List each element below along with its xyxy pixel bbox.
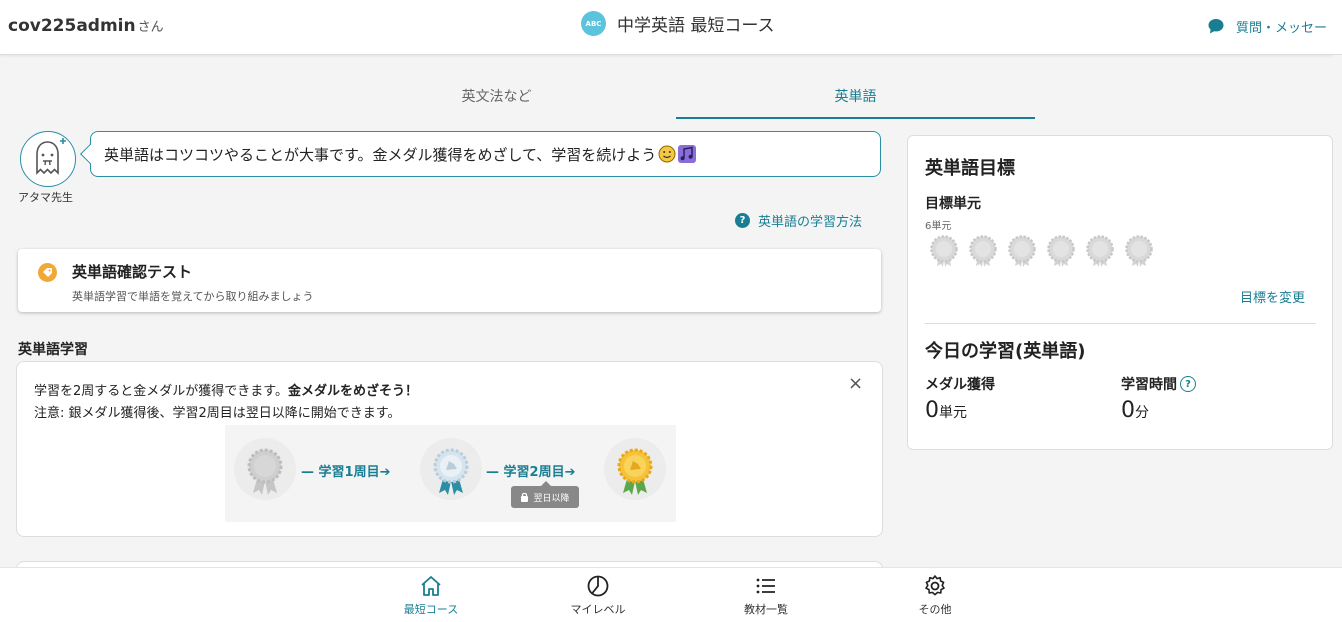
question-icon: ? (735, 213, 750, 228)
nav-shortest-course[interactable]: 最短コース (376, 574, 486, 617)
empty-medal-icon (930, 235, 958, 267)
test-card-subtitle: 英単語学習で単語を覚えてから取り組みましょう (72, 290, 314, 303)
help-icon[interactable]: ? (1180, 376, 1196, 392)
empty-medal-icon (1047, 235, 1075, 267)
speech-bubble: 英単語はコツコツやることが大事です。金メダル獲得をめざして、学習を続けよう (90, 131, 881, 177)
close-icon[interactable]: × (848, 375, 863, 393)
blank-medal-icon (234, 438, 296, 500)
tab-grammar[interactable]: 英文法など (317, 75, 676, 119)
medal-info-card: 学習を2周すると金メダルが獲得できます。金メダルをめざそう！ 注意: 銀メダル獲… (16, 361, 883, 537)
tab-vocabulary[interactable]: 英単語 (676, 75, 1035, 119)
goal-panel: 英単語目標 目標単元 6単元 目標を変更 今日の学習(英単語) メダル獲得 学習… (907, 135, 1333, 450)
course-badge-icon: ABC (581, 11, 606, 36)
sensei-avatar (20, 131, 76, 187)
study-section-title: 英単語学習 (18, 342, 88, 358)
chat-bubble-icon (1208, 19, 1224, 34)
tab-bar: 英文法など 英単語 (317, 75, 1035, 119)
username: cov225admin さん (8, 16, 164, 36)
nav-materials[interactable]: 教材一覧 (711, 574, 821, 617)
empty-medal-icon (969, 235, 997, 267)
change-goal-link[interactable]: 目標を変更 (1240, 287, 1305, 306)
gear-icon (925, 575, 945, 596)
flow-step-2-label: — 学習2周目➔ (486, 465, 576, 480)
medal-earned-label: メダル獲得 (925, 377, 995, 393)
howto-link[interactable]: ? 英単語の学習方法 (735, 211, 862, 230)
home-icon (421, 576, 441, 596)
study-time-label: 学習時間 ? (1121, 374, 1196, 394)
empty-medal-icon (1125, 235, 1153, 267)
divider (925, 323, 1316, 324)
course-title-text: 中学英語 最短コース (617, 16, 775, 36)
tag-icon (38, 263, 57, 282)
medal-flow-diagram: — 学習1周目➔ — 学習2周目➔ 翌日以降 (225, 425, 676, 522)
empty-medal-icon (1008, 235, 1036, 267)
target-unit-label: 目標単元 (925, 196, 981, 212)
ghost-face-icon (36, 138, 66, 175)
medal-earned-value: 0単元 (925, 398, 967, 423)
today-study-title: 今日の学習(英単語) (925, 341, 1086, 362)
info-line-2: 注意: 銀メダル獲得後、学習2周目は翌日以降に開始できます。 (34, 406, 401, 421)
flow-step-1-label: — 学習1周目➔ (301, 465, 391, 480)
test-card-title: 英単語確認テスト (72, 263, 193, 281)
info-line-1: 学習を2周すると金メダルが獲得できます。金メダルをめざそう！ (34, 384, 418, 399)
vocab-test-card[interactable]: 英単語確認テスト 英単語学習で単語を覚えてから取り組みましょう (18, 249, 881, 312)
sensei-message: 英単語はコツコツやることが大事です。金メダル獲得をめざして、学習を続けよう (104, 145, 657, 164)
silver-medal-icon (420, 438, 482, 500)
gold-medal-icon (604, 438, 666, 500)
app-header: cov225admin さん ABC 中学英語 最短コース 質問・メッセー (0, 0, 1342, 55)
lock-badge: 翌日以降 (511, 481, 579, 508)
nav-other[interactable]: その他 (880, 574, 990, 617)
lock-icon (521, 492, 529, 502)
nav-my-level[interactable]: マイレベル (543, 574, 653, 617)
sensei-name: アタマ先生 (18, 191, 73, 204)
goal-title: 英単語目標 (925, 158, 1015, 179)
empty-medal-icon (1086, 235, 1114, 267)
music-notes-emoji-icon (678, 145, 697, 163)
pie-chart-icon (587, 575, 609, 597)
target-unit-count: 6単元 (925, 221, 952, 232)
study-time-value: 0分 (1121, 398, 1149, 423)
scrollbar[interactable] (1333, 55, 1342, 567)
bottom-nav: 最短コース マイレベル 教材一覧 その他 (0, 567, 1342, 622)
list-icon (756, 578, 775, 594)
message-link[interactable]: 質問・メッセー (1207, 17, 1327, 36)
goal-medal-row (928, 234, 1162, 268)
smiley-emoji-icon (658, 145, 676, 163)
course-title: ABC 中学英語 最短コース (581, 11, 775, 36)
